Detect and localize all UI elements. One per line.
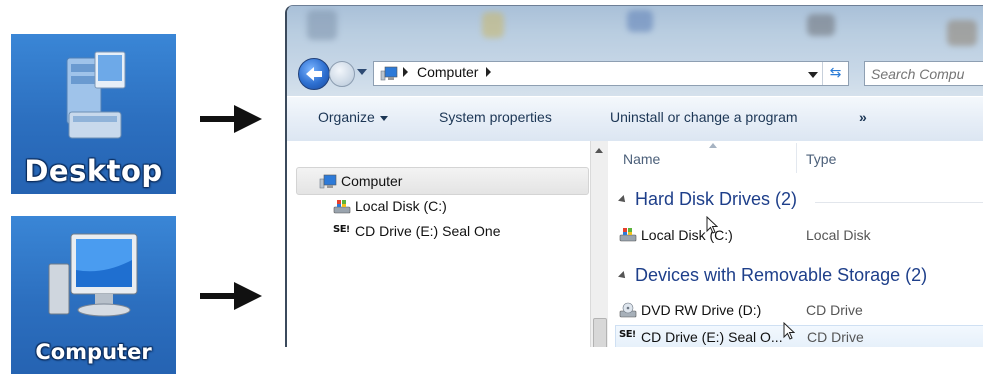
nav-item-local-disk[interactable]: Local Disk (C:) bbox=[333, 198, 533, 218]
column-header: Name Type bbox=[608, 141, 983, 176]
group-header-removable[interactable]: Devices with Removable Storage (2) bbox=[618, 265, 928, 286]
chevron-down-icon bbox=[379, 115, 388, 121]
mouse-cursor-icon bbox=[706, 216, 718, 234]
refresh-button[interactable]: ⇆ bbox=[822, 62, 848, 85]
seal-one-icon: SE! bbox=[619, 329, 636, 340]
sort-ascending-icon bbox=[709, 143, 717, 148]
column-name[interactable]: Name bbox=[623, 151, 660, 167]
item-type: CD Drive bbox=[806, 302, 863, 318]
dvd-drive-icon bbox=[619, 302, 637, 318]
search-box[interactable] bbox=[864, 61, 983, 86]
scroll-thumb[interactable] bbox=[593, 318, 607, 347]
address-bar[interactable]: Computer ⇆ bbox=[373, 61, 849, 86]
local-disk-icon bbox=[619, 228, 637, 242]
desktop-icon bbox=[66, 51, 125, 139]
command-bar: Organize System properties Uninstall or … bbox=[287, 96, 983, 142]
refresh-icon: ⇆ bbox=[829, 65, 842, 81]
arrow-left-icon bbox=[306, 67, 322, 81]
group-title: Devices with Removable Storage (2) bbox=[635, 265, 928, 285]
nav-scrollbar[interactable] bbox=[590, 141, 608, 347]
item-type: CD Drive bbox=[807, 329, 864, 345]
item-name: Local Disk (C:) bbox=[641, 227, 733, 243]
nav-item-label: Local Disk (C:) bbox=[355, 198, 447, 214]
uninstall-program-button[interactable]: Uninstall or change a program bbox=[610, 109, 798, 125]
breadcrumb-separator[interactable] bbox=[403, 67, 408, 77]
address-dropdown-button[interactable] bbox=[808, 72, 818, 78]
system-properties-button[interactable]: System properties bbox=[439, 109, 552, 125]
computer-icon bbox=[48, 233, 137, 317]
item-type: Local Disk bbox=[806, 227, 871, 243]
computer-icon bbox=[319, 174, 337, 189]
local-disk-icon bbox=[333, 200, 351, 214]
file-list: Name Type Hard Disk Drives (2) Local Dis… bbox=[608, 141, 983, 347]
item-name: DVD RW Drive (D:) bbox=[641, 302, 762, 318]
breadcrumb-computer[interactable]: Computer bbox=[417, 64, 478, 80]
item-name: CD Drive (E:) Seal O... bbox=[641, 329, 783, 345]
organize-label: Organize bbox=[318, 109, 375, 125]
desktop-label: Desktop bbox=[24, 154, 163, 188]
breadcrumb-separator[interactable] bbox=[486, 67, 491, 77]
mouse-cursor-icon bbox=[783, 322, 795, 340]
nav-item-cd-drive[interactable]: SE! CD Drive (E:) Seal One bbox=[333, 223, 573, 243]
group-divider bbox=[815, 202, 983, 203]
navigation-pane: Computer Local Disk (C:) SE! CD Drive (E… bbox=[287, 141, 590, 347]
forward-button[interactable] bbox=[329, 61, 355, 87]
list-item[interactable]: Local Disk (C:) Local Disk bbox=[619, 224, 983, 248]
organize-menu[interactable]: Organize bbox=[318, 109, 388, 125]
collapse-icon[interactable] bbox=[618, 195, 628, 206]
nav-item-computer[interactable]: Computer bbox=[319, 173, 519, 193]
nav-item-label: CD Drive (E:) Seal One bbox=[355, 223, 501, 239]
column-divider[interactable] bbox=[796, 143, 797, 173]
group-title: Hard Disk Drives (2) bbox=[635, 189, 798, 209]
nav-item-label: Computer bbox=[341, 173, 403, 189]
seal-one-icon: SE! bbox=[333, 224, 350, 235]
search-input[interactable] bbox=[865, 62, 983, 85]
collapse-icon[interactable] bbox=[618, 271, 628, 282]
group-header-hard-disk[interactable]: Hard Disk Drives (2) bbox=[618, 189, 798, 210]
list-item[interactable]: DVD RW Drive (D:) CD Drive bbox=[619, 299, 983, 323]
arrow-right-icon bbox=[200, 282, 262, 310]
recent-pages-dropdown[interactable] bbox=[357, 69, 367, 75]
computer-label: Computer bbox=[35, 340, 152, 364]
desktop-tile[interactable]: Desktop bbox=[11, 34, 176, 194]
more-commands-button[interactable]: » bbox=[859, 109, 867, 125]
computer-tile[interactable]: Computer bbox=[11, 216, 176, 374]
scroll-up-icon[interactable] bbox=[595, 148, 603, 153]
back-button[interactable] bbox=[298, 58, 330, 90]
window-frame: Computer ⇆ bbox=[287, 6, 983, 96]
explorer-window: Computer ⇆ Organize System properties Un… bbox=[285, 5, 983, 347]
computer-icon bbox=[380, 66, 398, 81]
column-type[interactable]: Type bbox=[806, 151, 836, 167]
list-item[interactable]: SE! CD Drive (E:) Seal O... CD Drive bbox=[615, 325, 983, 347]
arrow-right-icon bbox=[200, 105, 262, 133]
